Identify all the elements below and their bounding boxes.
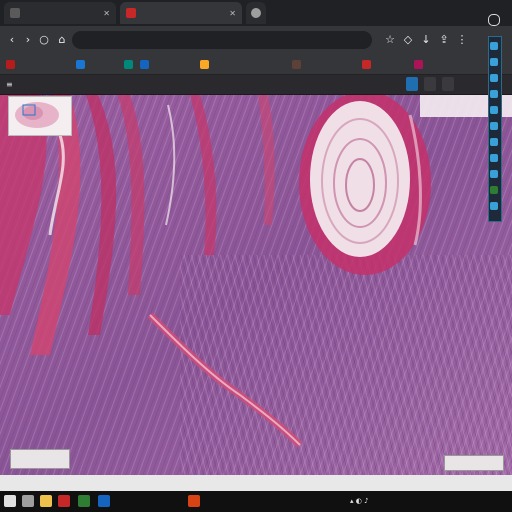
viewer-menu-icon[interactable]: ≡ xyxy=(6,77,13,92)
bookmark-item[interactable] xyxy=(362,57,374,71)
bookmark-icon xyxy=(140,59,149,69)
tool-button[interactable] xyxy=(490,186,498,194)
tool-button[interactable] xyxy=(490,170,498,178)
reload-icon[interactable]: ○ xyxy=(36,32,52,48)
forward-icon[interactable]: › xyxy=(20,32,36,48)
tool-button[interactable] xyxy=(490,58,498,66)
menu-icon[interactable]: ⋮ xyxy=(454,32,470,48)
start-icon[interactable] xyxy=(4,495,16,507)
scale-bar xyxy=(10,449,70,469)
tab-close-icon[interactable]: ✕ xyxy=(103,9,110,18)
bookmark-icon xyxy=(6,59,15,69)
new-tab-button[interactable] xyxy=(246,2,266,24)
slide-overview-thumbnail[interactable] xyxy=(8,96,72,136)
viewer-tool-icon[interactable] xyxy=(406,77,418,91)
bookmark-item[interactable] xyxy=(292,57,304,71)
bookmark-item[interactable] xyxy=(76,57,88,71)
app-icon-2[interactable] xyxy=(98,495,110,507)
tab-close-icon[interactable]: ✕ xyxy=(229,9,236,18)
bookmark-star-icon[interactable]: ☆ xyxy=(382,32,398,48)
app-icon-3[interactable] xyxy=(188,495,200,507)
browser-tab-active[interactable]: ✕ xyxy=(120,2,242,24)
app-icon[interactable] xyxy=(78,495,90,507)
back-icon[interactable]: ‹ xyxy=(4,32,20,48)
histology-slide-canvas[interactable] xyxy=(0,95,512,475)
browser-tab-strip: ✕ ✕ xyxy=(0,0,512,26)
bookmark-icon xyxy=(414,59,423,69)
profile-icon[interactable] xyxy=(488,14,500,26)
bookmark-icon xyxy=(200,59,209,69)
share-icon[interactable]: ⇪ xyxy=(436,32,452,48)
bookmark-item[interactable] xyxy=(414,57,426,71)
viewer-tool-icon-3[interactable] xyxy=(442,77,454,91)
bookmark-item[interactable] xyxy=(140,57,152,71)
tool-button[interactable] xyxy=(490,74,498,82)
home-icon[interactable]: ⌂ xyxy=(54,32,70,48)
new-tab-icon xyxy=(251,8,261,18)
os-taskbar xyxy=(0,491,512,512)
bookmark-icon xyxy=(362,59,371,69)
bookmark-icon xyxy=(292,59,301,69)
tool-button[interactable] xyxy=(490,154,498,162)
tool-button[interactable] xyxy=(490,202,498,210)
tool-button[interactable] xyxy=(490,138,498,146)
tool-button[interactable] xyxy=(490,106,498,114)
explorer-icon[interactable] xyxy=(40,495,52,507)
bookmark-icon xyxy=(124,59,133,69)
thumbnail-preview xyxy=(9,97,71,135)
viewer-status-bar xyxy=(0,475,512,491)
address-bar[interactable] xyxy=(72,31,372,49)
viewer-tool-icon-2[interactable] xyxy=(424,77,436,91)
bookmark-item[interactable] xyxy=(200,57,212,71)
bookmark-icon xyxy=(76,59,85,69)
zoom-level xyxy=(444,455,504,471)
tool-button[interactable] xyxy=(490,90,498,98)
browser-icon[interactable] xyxy=(58,495,70,507)
bookmark-item[interactable] xyxy=(124,57,136,71)
tab-favicon-icon xyxy=(10,8,20,18)
bookmarks-bar xyxy=(0,54,512,75)
bookmark-item[interactable] xyxy=(6,57,18,71)
extension-icon[interactable]: ◇ xyxy=(400,32,416,48)
system-tray[interactable]: ▴ ◐ ♪ xyxy=(350,496,369,506)
search-icon[interactable] xyxy=(22,495,34,507)
tissue-image xyxy=(0,95,512,475)
browser-tab[interactable]: ✕ xyxy=(4,2,116,24)
tool-button[interactable] xyxy=(490,42,498,50)
download-icon[interactable]: ↓ xyxy=(418,32,434,48)
slide-title xyxy=(208,79,304,91)
tab-favicon-icon xyxy=(126,8,136,18)
tool-button[interactable] xyxy=(490,122,498,130)
